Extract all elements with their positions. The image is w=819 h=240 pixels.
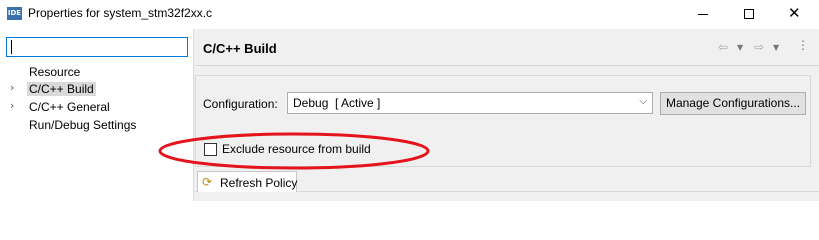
sidebar-item-cpp-general[interactable]: › C/C++ General bbox=[0, 98, 193, 116]
refresh-policy-icon: ⟳ bbox=[202, 175, 213, 189]
maximize-icon bbox=[744, 9, 754, 19]
configuration-label: Configuration: bbox=[203, 97, 278, 111]
sidebar-item-label: Run/Debug Settings bbox=[29, 118, 137, 132]
sidebar-item-label: C/C++ Build bbox=[27, 82, 96, 96]
filter-input[interactable] bbox=[6, 37, 188, 57]
page-header: C/C++ Build ⇦ ▼ ⇨ ▼ ⋮ bbox=[195, 29, 819, 66]
exclude-resource-checkbox[interactable] bbox=[204, 143, 217, 156]
view-menu-icon[interactable]: ⋮ bbox=[797, 38, 809, 52]
tab-label: Refresh Policy bbox=[220, 176, 298, 190]
forward-arrow-icon[interactable]: ⇨ bbox=[754, 40, 764, 54]
app-icon: IDE bbox=[7, 7, 22, 20]
property-page: C/C++ Build ⇦ ▼ ⇨ ▼ ⋮ Configuration: Deb… bbox=[195, 29, 819, 201]
sidebar-item-label: C/C++ General bbox=[29, 100, 110, 114]
back-arrow-icon[interactable]: ⇦ bbox=[718, 40, 728, 54]
configuration-select[interactable]: Debug [ Active ] ⌵ bbox=[287, 92, 653, 114]
chevron-down-icon: ⌵ bbox=[639, 96, 647, 107]
back-dropdown-icon[interactable]: ▼ bbox=[737, 43, 743, 52]
close-button[interactable]: ✕ bbox=[772, 0, 818, 29]
sidebar: Resource › C/C++ Build › C/C++ General R… bbox=[0, 29, 193, 201]
configuration-value: Debug [ Active ] bbox=[293, 96, 381, 110]
sidebar-item-label: Resource bbox=[29, 65, 81, 79]
minimize-button[interactable] bbox=[680, 0, 726, 29]
title-bar: IDE Properties for system_stm32f2xx.c ✕ bbox=[0, 0, 819, 29]
page-title: C/C++ Build bbox=[203, 41, 277, 56]
close-icon: ✕ bbox=[788, 4, 801, 22]
maximize-button[interactable] bbox=[726, 0, 772, 29]
text-caret bbox=[11, 40, 12, 54]
minimize-icon bbox=[698, 14, 708, 15]
window-title: Properties for system_stm32f2xx.c bbox=[28, 6, 213, 20]
chevron-right-icon[interactable]: › bbox=[10, 81, 14, 94]
sidebar-item-cpp-build[interactable]: › C/C++ Build bbox=[0, 80, 193, 98]
sidebar-item-run-debug-settings[interactable]: Run/Debug Settings bbox=[0, 116, 193, 134]
forward-dropdown-icon[interactable]: ▼ bbox=[773, 43, 779, 52]
tab-refresh-policy[interactable]: ⟳ Refresh Policy bbox=[197, 171, 297, 192]
sidebar-item-resource[interactable]: Resource bbox=[0, 63, 193, 81]
exclude-resource-label[interactable]: Exclude resource from build bbox=[222, 142, 371, 156]
chevron-right-icon[interactable]: › bbox=[10, 99, 14, 112]
manage-configurations-button[interactable]: Manage Configurations... bbox=[660, 92, 806, 115]
